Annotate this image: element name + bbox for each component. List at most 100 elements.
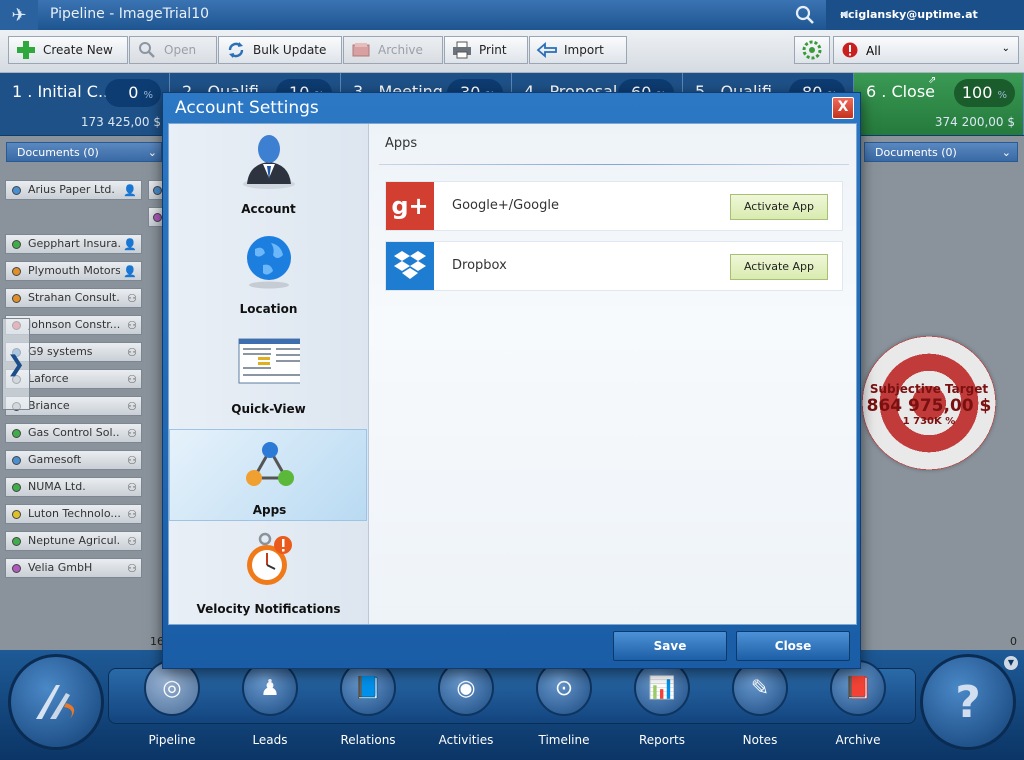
target-amount: 864 975,00 $ bbox=[866, 396, 992, 416]
stage-initial-contact[interactable]: 1 . Initial C... 0 % 173 425,00 $ bbox=[0, 73, 170, 135]
pipeline-card[interactable]: Arius Paper Ltd. 👤 bbox=[5, 180, 142, 200]
card-label: NUMA Ltd. bbox=[28, 480, 86, 493]
dropbox-icon bbox=[386, 242, 434, 290]
person-icon: 👤 bbox=[123, 265, 137, 278]
card-label: Gamesoft bbox=[28, 453, 82, 466]
help-button[interactable]: ? bbox=[920, 654, 1016, 750]
create-new-button[interactable]: Create New bbox=[8, 36, 128, 64]
user-menu[interactable]: r.ciglansky@uptime.at ◀ bbox=[826, 0, 1024, 30]
stopwatch-icon bbox=[238, 532, 300, 590]
status-dot bbox=[12, 483, 21, 492]
card-label: Strahan Consult... bbox=[28, 291, 120, 304]
settings-nav-account[interactable]: Account bbox=[169, 124, 368, 224]
documents-dropdown-left[interactable]: Documents (0) ⌄ bbox=[6, 142, 162, 162]
close-button[interactable]: Close bbox=[736, 631, 850, 661]
window-title: Pipeline - ImageTrial10 bbox=[50, 6, 210, 22]
nav-label: Reports bbox=[638, 733, 686, 747]
status-dot bbox=[12, 510, 21, 519]
uptime-logo-icon bbox=[36, 685, 75, 719]
account-settings-dialog: Account Settings X Account Location Quic… bbox=[162, 92, 861, 669]
person-icon: 👤 bbox=[123, 238, 137, 251]
app-row-google: g+ Google+/Google Activate App bbox=[385, 181, 843, 231]
status-dot bbox=[12, 267, 21, 276]
open-button[interactable]: Open bbox=[129, 36, 217, 64]
activate-google-button[interactable]: Activate App bbox=[730, 194, 828, 220]
pipeline-card[interactable]: Strahan Consult... ⚇ bbox=[5, 288, 142, 308]
nav-label: Quick-View bbox=[231, 402, 306, 416]
chevron-left-icon: ◀ bbox=[840, 9, 848, 20]
activate-dropbox-button[interactable]: Activate App bbox=[730, 254, 828, 280]
save-button[interactable]: Save bbox=[613, 631, 727, 661]
card-label: Luton Technolo... bbox=[28, 507, 120, 520]
organization-icon: ⚇ bbox=[127, 373, 137, 386]
stage-name: 1 . Initial C... bbox=[12, 82, 114, 101]
stage-amount: 374 200,00 $ bbox=[934, 115, 1015, 129]
target-title: Subjective Target bbox=[869, 382, 989, 396]
expand-panel-button[interactable]: ❯ bbox=[2, 318, 30, 410]
alert-icon bbox=[842, 42, 858, 58]
nav-label: Archive bbox=[835, 733, 881, 747]
status-dot bbox=[12, 429, 21, 438]
create-new-label: Create New bbox=[43, 43, 113, 57]
pipeline-card[interactable]: Neptune Agricul... ⚇ bbox=[5, 531, 142, 551]
card-label: Plymouth Motors bbox=[28, 264, 120, 277]
pipeline-card[interactable]: NUMA Ltd. ⚇ bbox=[5, 477, 142, 497]
nav-label: Pipeline bbox=[148, 733, 196, 747]
archive-button[interactable]: Archive bbox=[343, 36, 443, 64]
close-icon[interactable]: X bbox=[832, 97, 854, 119]
documents-dropdown-right[interactable]: Documents (0) ⌄ bbox=[864, 142, 1018, 162]
chevron-down-icon: ⌄ bbox=[1001, 146, 1011, 159]
stage-close[interactable]: 6 . Close ⇗ 100 % 374 200,00 $ bbox=[854, 73, 1024, 135]
app-logo-icon[interactable]: ✈ bbox=[0, 0, 38, 30]
help-icon: ? bbox=[955, 676, 981, 728]
settings-nav: Account Location Quick-View Apps Velocit… bbox=[169, 124, 369, 624]
filter-dropdown[interactable]: All ⌄ bbox=[833, 36, 1019, 64]
pipeline-card[interactable]: Plymouth Motors 👤 bbox=[5, 261, 142, 281]
chevron-down-icon: ⌄ bbox=[147, 146, 157, 159]
card-label: G9 systems bbox=[28, 345, 93, 358]
import-button[interactable]: Import bbox=[529, 36, 627, 64]
external-link-icon[interactable]: ⇗ bbox=[928, 75, 936, 86]
nav-label: Location bbox=[239, 302, 298, 316]
target-percent: 1 730K % bbox=[902, 416, 956, 427]
title-bar: ✈ Pipeline - ImageTrial10 r.ciglansky@up… bbox=[0, 0, 1024, 30]
card-label: Briance bbox=[28, 399, 70, 412]
status-dot bbox=[153, 186, 162, 195]
toolbar: Create New Open Bulk Update Archive Prin… bbox=[0, 30, 1024, 73]
dialog-title: Account Settings bbox=[175, 98, 319, 118]
card-label: Gepphart Insura... bbox=[28, 237, 120, 250]
pipeline-card[interactable]: Gepphart Insura... 👤 bbox=[5, 234, 142, 254]
nav-label: Apps bbox=[252, 503, 287, 517]
organization-icon: ⚇ bbox=[127, 346, 137, 359]
pipeline-card[interactable]: Gamesoft ⚇ bbox=[5, 450, 142, 470]
collapse-icon[interactable]: ▼ bbox=[1004, 656, 1018, 670]
printer-icon bbox=[451, 39, 473, 61]
stage-percent: 100 % bbox=[953, 79, 1015, 107]
pipeline-card[interactable]: Gas Control Sol... ⚇ bbox=[5, 423, 142, 443]
card-label: Neptune Agricul... bbox=[28, 534, 120, 547]
settings-nav-velocity-notifications[interactable]: Velocity Notifications bbox=[169, 524, 368, 624]
pipeline-card[interactable]: Velia GmbH ⚇ bbox=[5, 558, 142, 578]
visibility-toggle-button[interactable] bbox=[794, 36, 830, 64]
settings-nav-apps[interactable]: Apps bbox=[169, 429, 367, 521]
app-name: Dropbox bbox=[452, 258, 507, 273]
bulk-update-label: Bulk Update bbox=[253, 43, 327, 57]
google-plus-icon: g+ bbox=[386, 182, 434, 230]
pipeline-card[interactable]: Luton Technolo... ⚇ bbox=[5, 504, 142, 524]
home-logo-button[interactable] bbox=[8, 654, 104, 750]
nav-label: Velocity Notifications bbox=[196, 602, 341, 616]
search-icon[interactable] bbox=[786, 0, 824, 30]
print-button[interactable]: Print bbox=[444, 36, 528, 64]
section-divider bbox=[379, 164, 849, 165]
bulk-update-button[interactable]: Bulk Update bbox=[218, 36, 342, 64]
card-label: Gas Control Sol... bbox=[28, 426, 120, 439]
apps-icon bbox=[239, 436, 301, 494]
settings-nav-quick-view[interactable]: Quick-View bbox=[169, 324, 368, 424]
print-label: Print bbox=[479, 43, 507, 57]
status-dot bbox=[12, 186, 21, 195]
globe-icon bbox=[238, 232, 300, 290]
settings-nav-location[interactable]: Location bbox=[169, 224, 368, 324]
nav-label: Notes bbox=[742, 733, 778, 747]
status-dot bbox=[12, 456, 21, 465]
account-icon bbox=[238, 132, 300, 190]
